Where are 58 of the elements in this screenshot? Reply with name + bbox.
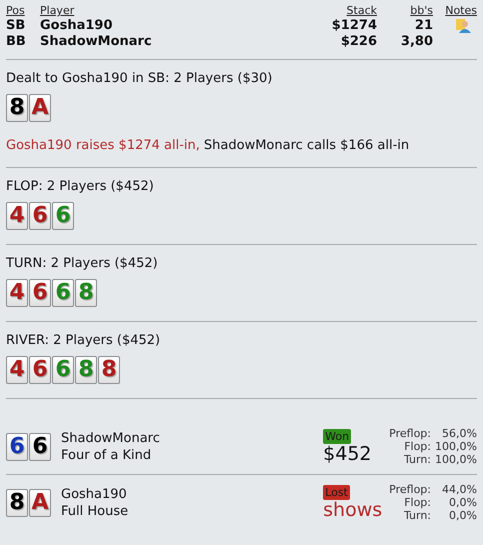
playing-card: 6	[52, 202, 74, 230]
playing-card: 8	[6, 488, 28, 516]
playing-card: 4	[6, 279, 28, 307]
equity-value: 0,0%	[448, 496, 477, 509]
column-header[interactable]: Notes	[433, 4, 477, 17]
player-name: Gosha190	[40, 18, 114, 33]
playing-card: 8	[75, 279, 97, 307]
playing-card: 4	[6, 356, 28, 384]
equity-label: Flop:	[403, 496, 431, 509]
playing-card: 6	[52, 356, 74, 384]
result-amount: $452	[323, 444, 372, 464]
big-blinds-count: 21	[414, 18, 433, 33]
playing-card: 6	[52, 279, 74, 307]
column-header[interactable]: Player	[40, 4, 287, 17]
stack-amount: $226	[340, 34, 377, 49]
street-title: TURN: 2 Players ($452)	[6, 256, 159, 271]
column-header[interactable]: bb's	[377, 4, 433, 17]
result-badge: Won	[323, 428, 352, 444]
playing-card: A	[29, 488, 51, 516]
stack-amount: $1274	[330, 18, 377, 33]
column-header[interactable]: Stack	[287, 4, 377, 17]
result-amount: shows	[323, 500, 382, 520]
hand-rank: Full House	[61, 504, 130, 518]
equity-value: 100,0%	[434, 440, 477, 453]
street-title: FLOP: 2 Players ($452)	[6, 179, 155, 194]
hand-rank: Four of a Kind	[61, 448, 152, 462]
street-title: Dealt to Gosha190 in SB: 2 Players ($30)	[6, 71, 274, 86]
equity-value: 100,0%	[434, 453, 477, 466]
action-text: Gosha190 raises $1274 all-in,	[6, 138, 200, 153]
player-name: ShadowMonarc	[61, 430, 161, 446]
action-text: ShadowMonarc calls $166 all-in	[204, 138, 410, 153]
playing-card: 8	[98, 356, 120, 384]
player-name: Gosha190	[61, 486, 128, 502]
player-name: ShadowMonarc	[40, 34, 153, 49]
equity-value: 56,0%	[441, 427, 477, 440]
playing-card: 6	[29, 356, 51, 384]
equity-label: Flop:	[403, 440, 431, 453]
playing-card: 8	[6, 94, 28, 122]
big-blinds-count: 3,80	[400, 34, 433, 49]
equity-label: Turn:	[402, 453, 431, 466]
playing-card: 6	[29, 279, 51, 307]
equity-label: Turn:	[402, 509, 431, 522]
playing-card: 8	[75, 356, 97, 384]
result-badge: Lost	[323, 484, 350, 500]
position-text: SB	[6, 18, 26, 33]
equity-value: 44,0%	[441, 483, 477, 496]
position-text: BB	[6, 34, 27, 49]
playing-card: 4	[6, 202, 28, 230]
note-person-icon[interactable]	[456, 18, 471, 33]
equity-label: Preflop:	[389, 427, 431, 440]
playing-card: 6	[29, 202, 51, 230]
equity-value: 0,0%	[448, 509, 477, 522]
equity-label: Preflop:	[389, 483, 431, 496]
street-title: RIVER: 2 Players ($452)	[6, 333, 162, 348]
playing-card: 6	[6, 432, 28, 460]
playing-card: A	[29, 94, 51, 122]
playing-card: 6	[29, 432, 51, 460]
column-header[interactable]: Pos	[6, 4, 40, 17]
